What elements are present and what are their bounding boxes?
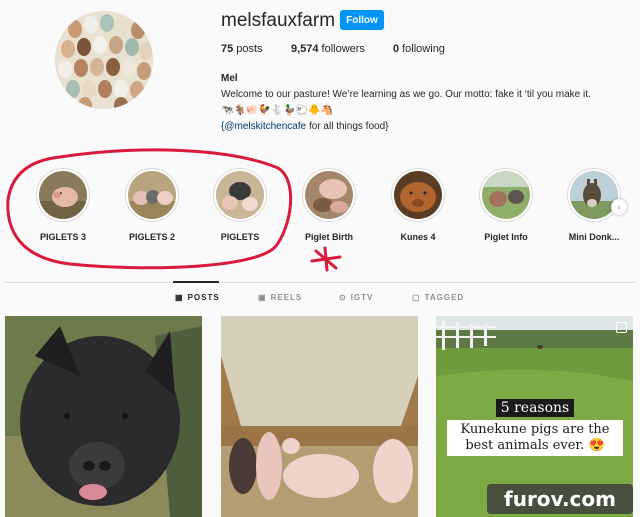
reels-icon: ▣ [258, 293, 267, 302]
tab-label: REELS [270, 293, 303, 302]
reel-badge-icon [616, 322, 627, 333]
highlight-label: Kunes 4 [400, 232, 436, 242]
mention-link[interactable]: {@melskitchencafe [221, 121, 306, 132]
follow-button[interactable]: Follow [340, 10, 384, 30]
following-label: following [402, 43, 445, 55]
highlight-label: PIGLETS 2 [128, 232, 175, 242]
highlight-ring [302, 168, 356, 222]
bio-text: Welcome to our pasture! We’re learning a… [221, 89, 591, 100]
highlight-thumbnail [128, 171, 176, 219]
post-caption-overlay: 5 reasons Kunekune pigs are the best ani… [447, 397, 623, 456]
highlight-piglet-birth[interactable]: Piglet Birth [289, 168, 369, 242]
highlight-ring [125, 168, 179, 222]
highlight-thumbnail [394, 171, 442, 219]
tab-reels[interactable]: ▣ REELS [258, 293, 302, 302]
highlight-label: PIGLETS 3 [39, 232, 86, 242]
profile-username: melsfauxfarm [221, 10, 336, 31]
highlight-piglets[interactable]: PIGLETS [200, 168, 280, 242]
caption-line-2: Kunekune pigs are the best animals ever.… [447, 420, 623, 456]
tab-label: POSTS [187, 293, 220, 302]
tab-label: IGTV [350, 293, 374, 302]
red-star-annotation [310, 246, 342, 272]
followers-label: followers [321, 43, 365, 55]
posts-count: 75 [221, 43, 234, 55]
highlights-next-arrow-icon[interactable]: › [611, 199, 627, 215]
highlight-label: Mini Donk... [568, 232, 620, 242]
followers-stat[interactable]: 9,574 followers [291, 43, 393, 55]
tagged-icon: ▢ [412, 293, 421, 302]
highlight-thumbnail [39, 171, 87, 219]
highlight-thumbnail [216, 171, 264, 219]
following-count: 0 [393, 43, 400, 55]
highlight-ring [479, 168, 533, 222]
tab-label: TAGGED [424, 293, 465, 302]
profile-avatar[interactable] [55, 11, 153, 109]
highlight-label: Piglet Birth [304, 232, 353, 242]
highlight-label: PIGLETS [220, 232, 260, 242]
post-tile[interactable] [5, 316, 202, 517]
highlight-ring [213, 168, 267, 222]
tabs-divider [5, 282, 635, 283]
eggs-avatar-image [55, 11, 153, 109]
tab-posts[interactable]: ▦ POSTS [175, 293, 220, 302]
highlight-kunes-4[interactable]: Kunes 4 [378, 168, 458, 242]
posts-count-stat: 75 posts [221, 43, 291, 55]
highlight-piglets-2[interactable]: PIGLETS 2 [112, 168, 192, 242]
highlight-ring [567, 168, 621, 222]
caption-line-1: 5 reasons [495, 399, 575, 417]
highlight-thumbnail [482, 171, 530, 219]
posts-label: posts [236, 43, 263, 55]
profile-bio: Mel Welcome to our pasture! We’re learni… [221, 71, 591, 135]
highlight-thumbnail [570, 171, 618, 219]
bio-emojis: 🐄🐐🐖🐓🐇🦆🐑🐥🐴 [221, 105, 334, 116]
profile-display-name: Mel [221, 73, 238, 84]
tab-tagged[interactable]: ▢ TAGGED [412, 293, 464, 302]
highlight-piglets-3[interactable]: PIGLETS 3 [23, 168, 103, 242]
piglets-in-hay-photo [221, 316, 418, 517]
profile-stats: 75 posts 9,574 followers 0 following [221, 43, 445, 55]
igtv-icon: ⊙ [339, 293, 347, 302]
watermark: furov.com [487, 484, 633, 514]
highlight-thumbnail [305, 171, 353, 219]
grid-icon: ▦ [175, 293, 184, 302]
highlight-piglet-info[interactable]: Piglet Info [466, 168, 546, 242]
black-pig-photo [5, 316, 202, 517]
mention-rest-text: for all things food} [306, 121, 389, 132]
following-stat[interactable]: 0 following [393, 43, 445, 55]
active-tab-indicator [173, 281, 219, 283]
followers-count: 9,574 [291, 43, 319, 55]
tab-igtv[interactable]: ⊙ IGTV [339, 293, 373, 302]
bio-mention-line: {@melskitchencafe for all things food} [221, 119, 591, 135]
highlight-ring [391, 168, 445, 222]
highlight-label: Piglet Info [484, 232, 528, 242]
highlight-ring [36, 168, 90, 222]
post-tile[interactable] [221, 316, 418, 517]
